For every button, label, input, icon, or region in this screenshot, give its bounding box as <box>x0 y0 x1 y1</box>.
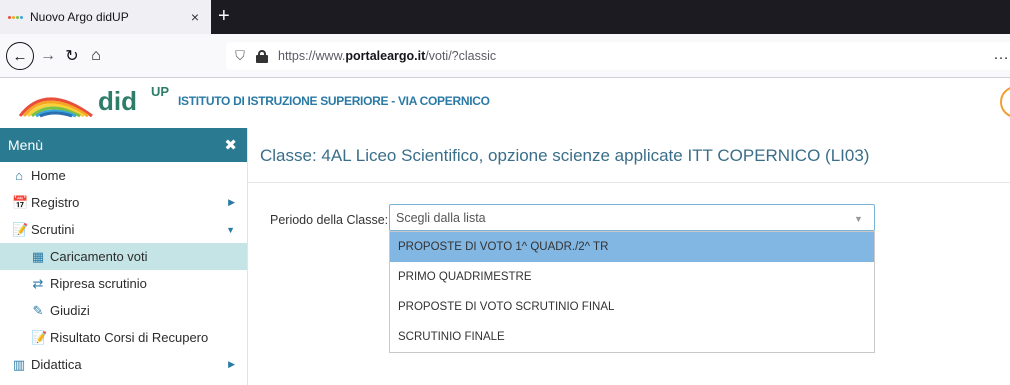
chevron-down-icon[interactable]: ▼ <box>854 214 863 224</box>
url-bar[interactable]: ⛉ https://www.portaleargo.it/voti/?class… <box>226 42 1010 70</box>
edit-icon: ✎ <box>32 302 44 318</box>
arrow-right-icon: → <box>40 47 56 64</box>
title-divider <box>248 182 1010 183</box>
profile-button[interactable] <box>1000 86 1010 118</box>
page-title: Classe: 4AL Liceo Scientifico, opzione s… <box>260 146 870 165</box>
retweet-icon: ⇄ <box>32 275 44 291</box>
menu-title: Menù <box>8 137 44 153</box>
columns-icon: ▥ <box>12 356 26 372</box>
caret-right-icon: ▶ <box>228 359 235 369</box>
shield-icon[interactable]: ⛉ <box>232 48 248 64</box>
sidebar-item-label: Didattica <box>31 357 82 372</box>
sidebar-item-ripresa-scrutinio[interactable]: ⇄ Ripresa scrutinio <box>0 270 247 297</box>
sidebar-item-label: Registro <box>31 195 80 210</box>
reload-button[interactable]: ↻ <box>60 44 84 68</box>
periodo-label: Periodo della Classe: <box>270 213 389 227</box>
arrow-left-icon: ← <box>12 47 28 65</box>
lock-icon[interactable] <box>256 50 268 63</box>
sidebar-item-label: Ripresa scrutinio <box>50 276 147 291</box>
dropdown-option[interactable]: SCRUTINIO FINALE <box>390 322 874 352</box>
document-icon: 📝 <box>31 329 48 345</box>
rainbow-logo-icon <box>18 97 93 118</box>
calendar-icon: 📅 <box>12 194 29 210</box>
logo-superscript: UP <box>151 84 170 99</box>
sidebar-item-label: Caricamento voti <box>50 249 148 264</box>
logo-word: did <box>98 86 137 116</box>
sidebar-item-giudizi[interactable]: ✎ Giudizi <box>0 297 247 324</box>
school-name: ISTITUTO DI ISTRUZIONE SUPERIORE - VIA C… <box>178 94 490 108</box>
sidebar-item-label: Home <box>31 168 66 183</box>
dropdown-option[interactable]: PROPOSTE DI VOTO SCRUTINIO FINAL <box>390 292 874 322</box>
tab-title: Nuovo Argo didUP <box>30 10 129 24</box>
home-icon: ⌂ <box>15 168 23 183</box>
periodo-dropdown: PROPOSTE DI VOTO 1^ QUADR./2^ TR PRIMO QU… <box>389 231 875 353</box>
menu-header: Menù ✖ <box>0 128 247 162</box>
sidebar-item-label: Scrutini <box>31 222 75 237</box>
sidebar-item-label: Risultato Corsi di Recupero <box>50 330 209 345</box>
home-icon: ⌂ <box>91 47 101 64</box>
back-button[interactable]: ← <box>6 42 34 70</box>
browser-tab[interactable]: Nuovo Argo didUP × <box>0 0 211 34</box>
url-text: https://www.portaleargo.it/voti/?classic <box>278 49 497 63</box>
tab-close-icon[interactable]: × <box>187 9 203 25</box>
sidebar-menu: Menù ✖ ⌂ Home 📅 Registro ▶ 📝 Scrutini ▼ ▦ Caricam… <box>0 128 248 385</box>
sidebar-item-didattica[interactable]: ▥ Didattica ▶ <box>0 351 247 378</box>
dropdown-option[interactable]: PRIMO QUADRIMESTRE <box>390 262 874 292</box>
more-actions-button[interactable]: … <box>993 46 1009 64</box>
argo-favicon-icon <box>8 13 24 21</box>
sidebar-item-registro[interactable]: 📅 Registro ▶ <box>0 189 247 216</box>
app-header: did UP ISTITUTO DI ISTRUZIONE SUPERIORE … <box>0 78 1010 126</box>
scrutini-icon: 📝 <box>12 221 29 237</box>
sidebar-item-scrutini[interactable]: 📝 Scrutini ▼ <box>0 216 247 243</box>
reload-icon: ↻ <box>65 48 79 65</box>
browser-nav-bar: ← → ↻ ⌂ ⛉ https://www.portaleargo.it/vot… <box>0 34 1010 78</box>
caret-down-icon: ▼ <box>226 224 235 235</box>
grid-icon: ▦ <box>31 248 45 264</box>
select-placeholder: Scegli dalla lista <box>396 210 486 225</box>
sidebar-item-label: Giudizi <box>50 303 90 318</box>
home-button[interactable]: ⌂ <box>84 44 108 68</box>
forward-button[interactable]: → <box>36 44 60 68</box>
browser-tab-bar: Nuovo Argo didUP × + <box>0 0 1010 34</box>
periodo-select[interactable]: Scegli dalla lista <box>389 204 875 231</box>
main-content: Classe: 4AL Liceo Scientifico, opzione s… <box>248 128 1010 385</box>
new-tab-button[interactable]: + <box>218 4 230 28</box>
menu-close-icon[interactable]: ✖ <box>224 136 237 154</box>
dropdown-option[interactable]: PROPOSTE DI VOTO 1^ QUADR./2^ TR <box>390 232 874 262</box>
sidebar-item-risultato-corsi-di-recupero[interactable]: 📝 Risultato Corsi di Recupero <box>0 324 247 351</box>
sidebar-item-home[interactable]: ⌂ Home <box>0 162 247 189</box>
didup-logo[interactable]: did UP <box>16 84 196 120</box>
sidebar-item-caricamento-voti[interactable]: ▦ Caricamento voti <box>0 243 247 270</box>
caret-right-icon: ▶ <box>228 197 235 207</box>
